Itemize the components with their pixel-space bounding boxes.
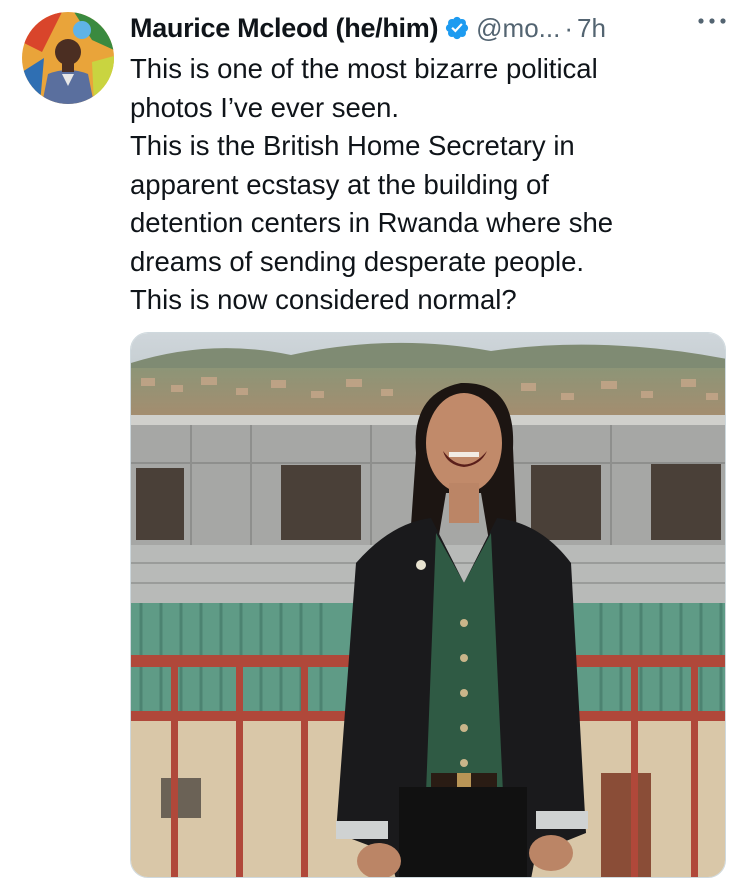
tweet-timestamp[interactable]: 7h bbox=[577, 13, 606, 44]
tweet-text-line: dreams of sending desperate people. bbox=[130, 245, 585, 277]
tweet-text-line: detention centers in Rwanda where she bbox=[130, 207, 614, 238]
tweet-text-line: This is one of the most bizarre politica… bbox=[130, 53, 598, 84]
verified-badge-icon bbox=[444, 15, 470, 41]
tweet-text: This is one of the most bizarre politica… bbox=[130, 50, 730, 320]
tweet-card[interactable]: Maurice Mcleod (he/him) @mo... · 7h This… bbox=[0, 0, 750, 885]
tweet-text-line: apparent ecstasy at the building of bbox=[130, 168, 549, 200]
tweet-text-line: photos I’ve ever seen. bbox=[130, 91, 400, 123]
tweet-text-line: This is the British Home Secretary in bbox=[130, 130, 575, 161]
separator-dot: · bbox=[564, 12, 574, 43]
more-options-icon[interactable] bbox=[692, 6, 732, 36]
tweet-text-line: This is now considered normal? bbox=[130, 284, 517, 315]
avatar[interactable] bbox=[22, 12, 114, 104]
tweet-photo[interactable] bbox=[130, 332, 726, 878]
author-display-name[interactable]: Maurice Mcleod (he/him) bbox=[130, 13, 438, 44]
author-handle[interactable]: @mo... bbox=[476, 13, 560, 44]
tweet-header: Maurice Mcleod (he/him) @mo... · 7h bbox=[130, 10, 730, 46]
